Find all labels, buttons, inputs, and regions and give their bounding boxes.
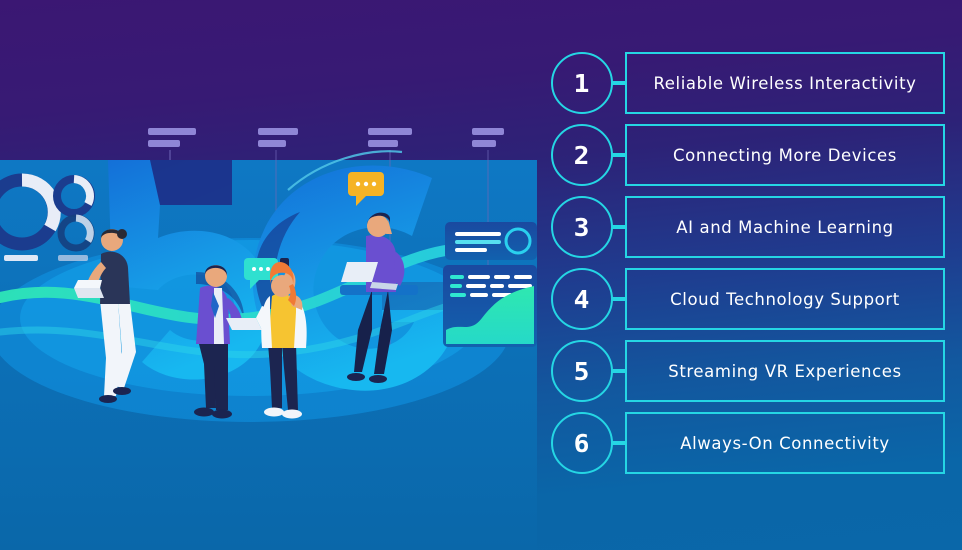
list-item[interactable]: 3 AI and Machine Learning — [545, 196, 945, 258]
list-item-box[interactable]: Always-On Connectivity — [625, 412, 945, 474]
list-item-label: Streaming VR Experiences — [668, 361, 902, 381]
list-item-number: 3 — [573, 212, 591, 242]
list-item-box[interactable]: Cloud Technology Support — [625, 268, 945, 330]
dashboard-card-small — [445, 222, 537, 260]
list-item-number-badge: 6 — [551, 412, 613, 474]
list-item-box[interactable]: AI and Machine Learning — [625, 196, 945, 258]
infographic-canvas: 1 Reliable Wireless Interactivity 2 Conn… — [0, 0, 962, 550]
list-item-number-badge: 5 — [551, 340, 613, 402]
connector-line — [612, 225, 626, 229]
connector-line — [612, 81, 626, 85]
connector-line — [612, 153, 626, 157]
list-item-box[interactable]: Reliable Wireless Interactivity — [625, 52, 945, 114]
list-item-label: AI and Machine Learning — [676, 217, 894, 237]
5g-technology-illustration — [0, 0, 537, 550]
list-item-label: Connecting More Devices — [673, 145, 897, 165]
list-item-label: Cloud Technology Support — [670, 289, 900, 309]
5g-benefits-list: 1 Reliable Wireless Interactivity 2 Conn… — [545, 52, 945, 512]
list-item-number-badge: 1 — [551, 52, 613, 114]
list-item-number: 6 — [573, 428, 591, 458]
illustration-artwork — [0, 128, 537, 550]
list-item-label: Always-On Connectivity — [680, 433, 890, 453]
list-item[interactable]: 2 Connecting More Devices — [545, 124, 945, 186]
connector-line — [612, 369, 626, 373]
list-item-box[interactable]: Connecting More Devices — [625, 124, 945, 186]
list-item-number: 2 — [573, 140, 591, 170]
list-item-number-badge: 2 — [551, 124, 613, 186]
connector-line — [612, 441, 626, 445]
list-item[interactable]: 4 Cloud Technology Support — [545, 268, 945, 330]
list-item-number-badge: 4 — [551, 268, 613, 330]
list-item-number: 5 — [573, 356, 591, 386]
list-item-box[interactable]: Streaming VR Experiences — [625, 340, 945, 402]
list-item-label: Reliable Wireless Interactivity — [653, 73, 917, 93]
list-item[interactable]: 1 Reliable Wireless Interactivity — [545, 52, 945, 114]
list-item[interactable]: 6 Always-On Connectivity — [545, 412, 945, 474]
connector-line — [612, 297, 626, 301]
list-item[interactable]: 5 Streaming VR Experiences — [545, 340, 945, 402]
list-item-number: 1 — [573, 68, 591, 98]
list-item-number-badge: 3 — [551, 196, 613, 258]
dashboard-card-chart — [443, 265, 537, 347]
list-item-number: 4 — [573, 284, 591, 314]
